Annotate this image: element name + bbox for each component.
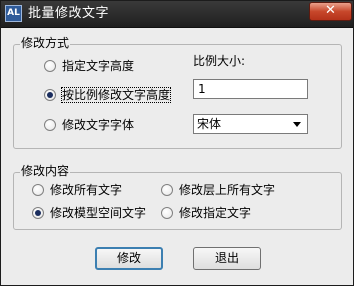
scale-size-label: 比例大小:	[193, 54, 246, 68]
radio-selected-text[interactable]: 修改指定文字	[161, 205, 251, 221]
window-title: 批量修改文字	[28, 6, 110, 21]
font-select-value: 宋体	[197, 117, 222, 131]
radio-change-font[interactable]: 修改文字字体	[44, 117, 134, 133]
modify-button[interactable]: 修改	[95, 247, 163, 270]
content-groupbox	[13, 172, 342, 230]
close-icon: ✕	[325, 3, 336, 18]
radio-layer-text-circle[interactable]	[161, 184, 173, 196]
radio-selected-text-label: 修改指定文字	[179, 206, 252, 220]
radio-change-font-circle[interactable]	[44, 119, 56, 131]
chevron-down-icon[interactable]	[293, 122, 301, 127]
close-button[interactable]: ✕	[309, 2, 352, 21]
exit-button[interactable]: 退出	[193, 247, 261, 270]
radio-layer-text-label: 修改层上所有文字	[179, 183, 276, 197]
radio-scale-height-circle[interactable]	[44, 89, 56, 101]
batch-modify-text-dialog: AL 批量修改文字 ✕ 修改方式 指定文字高度 按比例修改文字高度 修改文字字体…	[0, 0, 354, 286]
radio-specify-height-label: 指定文字高度	[62, 59, 135, 73]
font-select[interactable]: 宋体	[193, 114, 308, 134]
content-group-legend: 修改内容	[20, 164, 71, 178]
radio-scale-height-label: 按比例修改文字高度	[60, 87, 172, 103]
radio-selected-text-circle[interactable]	[161, 207, 173, 219]
radio-all-text-circle[interactable]	[32, 184, 44, 196]
radio-specify-height-circle[interactable]	[44, 60, 56, 72]
scale-input[interactable]: 1	[193, 79, 308, 99]
radio-all-text-label: 修改所有文字	[50, 183, 123, 197]
title-bar[interactable]: AL 批量修改文字 ✕	[1, 1, 353, 28]
radio-model-space-text-circle[interactable]	[32, 207, 44, 219]
app-icon: AL	[5, 5, 22, 22]
radio-model-space-text-label: 修改模型空间文字	[50, 206, 147, 220]
method-group-legend: 修改方式	[20, 36, 71, 50]
radio-model-space-text[interactable]: 修改模型空间文字	[32, 205, 146, 221]
radio-all-text[interactable]: 修改所有文字	[32, 182, 122, 198]
radio-scale-height[interactable]: 按比例修改文字高度	[44, 87, 172, 103]
radio-layer-text[interactable]: 修改层上所有文字	[161, 182, 275, 198]
radio-specify-height[interactable]: 指定文字高度	[44, 58, 134, 74]
radio-change-font-label: 修改文字字体	[62, 118, 135, 132]
